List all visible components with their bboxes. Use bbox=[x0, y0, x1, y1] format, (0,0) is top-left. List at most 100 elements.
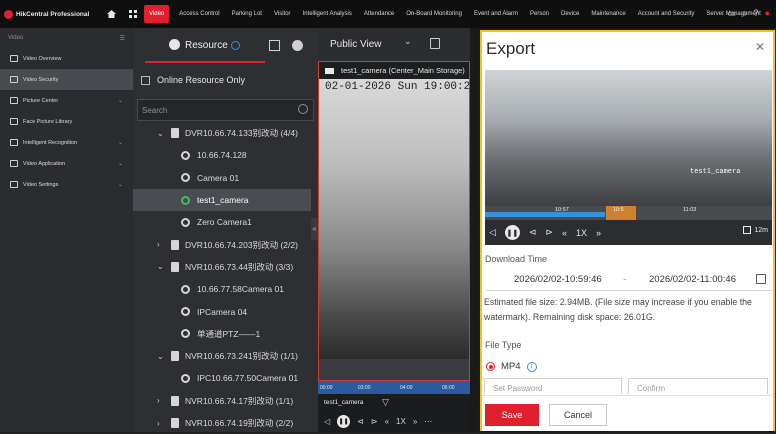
info-icon[interactable]: i bbox=[526, 361, 537, 372]
view-layout-icon[interactable] bbox=[269, 40, 280, 51]
file-type-mp4-option[interactable]: MP4 i bbox=[486, 361, 537, 372]
tree-node-device[interactable]: › NVR10.66.74.17别改动 (1/1) bbox=[133, 390, 318, 412]
confirm-password-field[interactable]: Confirm bbox=[628, 378, 768, 394]
view-selector[interactable]: Public View ⌄ bbox=[318, 28, 470, 61]
menu-person[interactable]: Person bbox=[524, 0, 555, 28]
tree-node-camera[interactable]: Zero Camera1 bbox=[133, 211, 318, 233]
camera-icon bbox=[181, 150, 190, 160]
speed-up-icon[interactable]: » bbox=[596, 228, 601, 238]
search-icon[interactable]: ○ bbox=[742, 8, 747, 19]
apps-grid-icon[interactable] bbox=[126, 7, 140, 21]
menu-parking-lot[interactable]: Parking Lot bbox=[226, 0, 268, 28]
tree-node-device[interactable]: › NVR10.66.74.19别改动 (2/2) bbox=[133, 412, 318, 434]
slow-down-icon[interactable]: « bbox=[562, 228, 567, 238]
playback-timeline[interactable]: 00:00 03:00 04:00 06:00 bbox=[318, 381, 470, 394]
chevron-down-icon[interactable]: ⌄ bbox=[157, 262, 171, 271]
top-navigation-bar: HikCentral Professional Video Access Con… bbox=[0, 0, 776, 28]
step-back-icon[interactable]: ⊲ bbox=[529, 227, 537, 238]
chevron-down-icon[interactable]: ⌄ bbox=[157, 352, 171, 361]
resource-search-input[interactable]: Search bbox=[137, 99, 314, 121]
tree-node-device[interactable]: ⌄ NVR10.66.73.241别改动 (1/1) bbox=[133, 345, 318, 367]
menu-attendance[interactable]: Attendance bbox=[358, 0, 400, 28]
playback-control-bar: 00:00 03:00 04:00 06:00 test1_camera ▽ ◁… bbox=[318, 381, 470, 432]
tree-node-device[interactable]: ⌄ DVR10.66.74.133别改动 (4/4) bbox=[133, 122, 318, 144]
screen-icon[interactable]: ▭ bbox=[728, 8, 737, 19]
dvr-icon bbox=[171, 128, 179, 139]
password-field[interactable]: Set Password bbox=[484, 378, 622, 394]
help-icon[interactable]: ? bbox=[754, 8, 759, 19]
resource-panel: Resource Online Resource Only Search ⌄ DV… bbox=[133, 28, 318, 432]
preview-controls: ◁ ❚❚ ⊲ ⊳ « 1X » 12m bbox=[485, 220, 772, 245]
tab-resource[interactable]: Resource bbox=[185, 40, 228, 51]
file-type-label: File Type bbox=[485, 340, 522, 350]
sidebar-item-intelligent-recognition[interactable]: Intelligent Recognition ⌄ bbox=[0, 132, 133, 153]
previous-frame-icon[interactable]: ◁ bbox=[489, 227, 496, 238]
save-view-icon[interactable] bbox=[430, 38, 440, 49]
tree-node-camera-selected[interactable]: test1_camera bbox=[133, 188, 311, 212]
preview-timeline[interactable]: 10:57 10:5 11:03 bbox=[485, 206, 772, 220]
online-resource-only-row[interactable]: Online Resource Only bbox=[133, 63, 318, 97]
step-forward-icon[interactable]: ⊳ bbox=[545, 227, 553, 238]
chevron-down-icon[interactable]: ⌄ bbox=[157, 129, 171, 138]
timeline-scale[interactable]: 12m bbox=[743, 226, 768, 234]
radio-selected-icon[interactable] bbox=[486, 362, 495, 371]
chevron-right-icon[interactable]: › bbox=[157, 396, 171, 405]
chevron-right-icon[interactable]: › bbox=[157, 419, 171, 428]
sidebar-item-video-overview[interactable]: Video Overview bbox=[0, 48, 133, 69]
online-only-label: Online Resource Only bbox=[157, 75, 246, 85]
tree-node-device[interactable]: ⌄ NVR10.66.73.44别改动 (3/3) bbox=[133, 256, 318, 278]
slow-down-icon[interactable]: « bbox=[385, 417, 389, 426]
menu-event-and-alarm[interactable]: Event and Alarm bbox=[468, 0, 524, 28]
previous-frame-icon[interactable]: ◁ bbox=[324, 417, 330, 426]
start-time[interactable]: 2026/02/02-10:59:46 bbox=[514, 274, 602, 285]
chevron-down-icon[interactable]: ⌄ bbox=[404, 36, 412, 47]
tree-node-device[interactable]: › DVR10.66.74.203别改动 (2/2) bbox=[133, 233, 318, 255]
collapse-menu-icon[interactable]: ☰ bbox=[120, 35, 125, 42]
tree-node-camera[interactable]: 10.66.77.58Camera 01 bbox=[133, 278, 318, 300]
chevron-right-icon[interactable]: › bbox=[157, 240, 171, 249]
home-icon[interactable] bbox=[104, 7, 118, 21]
save-button[interactable]: Save bbox=[485, 404, 539, 426]
step-back-icon[interactable]: ⊲ bbox=[357, 417, 364, 426]
menu-on-board-monitoring[interactable]: On-Board Monitoring bbox=[400, 0, 468, 28]
favorites-icon[interactable] bbox=[292, 40, 303, 51]
calendar-icon[interactable] bbox=[756, 274, 766, 284]
info-icon[interactable] bbox=[230, 41, 240, 50]
menu-video[interactable]: Video bbox=[144, 5, 170, 23]
tree-node-camera[interactable]: IPC10.66.77.50Camera 01 bbox=[133, 367, 318, 389]
pause-button[interactable]: ❚❚ bbox=[504, 225, 520, 240]
step-forward-icon[interactable]: ⊳ bbox=[371, 417, 378, 426]
filter-icon[interactable]: ▽ bbox=[382, 397, 389, 408]
camera-icon bbox=[181, 284, 190, 294]
sidebar-item-video-security[interactable]: Video Security bbox=[0, 69, 133, 90]
menu-device[interactable]: Device bbox=[555, 0, 585, 28]
pause-button[interactable]: ❚❚ bbox=[337, 414, 351, 428]
nvr-icon bbox=[171, 395, 179, 406]
video-window[interactable]: test1_camera (Center_Main Storage) 02-01… bbox=[318, 61, 477, 381]
tree-node-camera[interactable]: 单通道PTZ——1 bbox=[133, 323, 318, 345]
online-only-checkbox[interactable] bbox=[141, 75, 150, 85]
menu-intelligent-analysis[interactable]: Intelligent Analysis bbox=[297, 0, 358, 28]
more-icon[interactable]: ⋯ bbox=[424, 417, 432, 426]
face-library-icon bbox=[10, 118, 18, 125]
tree-node-camera[interactable]: 10.66.74.128 bbox=[133, 144, 318, 166]
cancel-button[interactable]: Cancel bbox=[549, 404, 607, 426]
speed-up-icon[interactable]: » bbox=[413, 417, 417, 426]
search-placeholder: Search bbox=[142, 105, 168, 115]
search-icon[interactable] bbox=[298, 104, 308, 114]
sidebar-item-face-picture-library[interactable]: Face Picture Library bbox=[0, 111, 133, 132]
sidebar-item-picture-center[interactable]: Picture Center ⌄ bbox=[0, 90, 133, 111]
sidebar-item-video-settings[interactable]: Video Settings ⌄ bbox=[0, 174, 133, 195]
close-icon[interactable]: ✕ bbox=[755, 40, 765, 54]
menu-visitor[interactable]: Visitor bbox=[268, 0, 297, 28]
menu-access-control[interactable]: Access Control bbox=[173, 0, 225, 28]
menu-maintenance[interactable]: Maintenance bbox=[585, 0, 631, 28]
sidebar-item-video-application[interactable]: Video Application ⌄ bbox=[0, 153, 133, 174]
tree-node-camera[interactable]: Camera 01 bbox=[133, 167, 318, 189]
download-time-range-picker[interactable]: 2026/02/02-10:59:46 - 2026/02/02-11:00:4… bbox=[486, 269, 772, 291]
tree-node-camera[interactable]: IPCamera 04 bbox=[133, 300, 318, 322]
menu-account-and-security[interactable]: Account and Security bbox=[632, 0, 701, 28]
end-time[interactable]: 2026/02/02-11:00:46 bbox=[649, 274, 736, 285]
user-icon[interactable]: ● bbox=[765, 8, 770, 19]
collapse-panel-button[interactable]: « bbox=[311, 218, 318, 240]
